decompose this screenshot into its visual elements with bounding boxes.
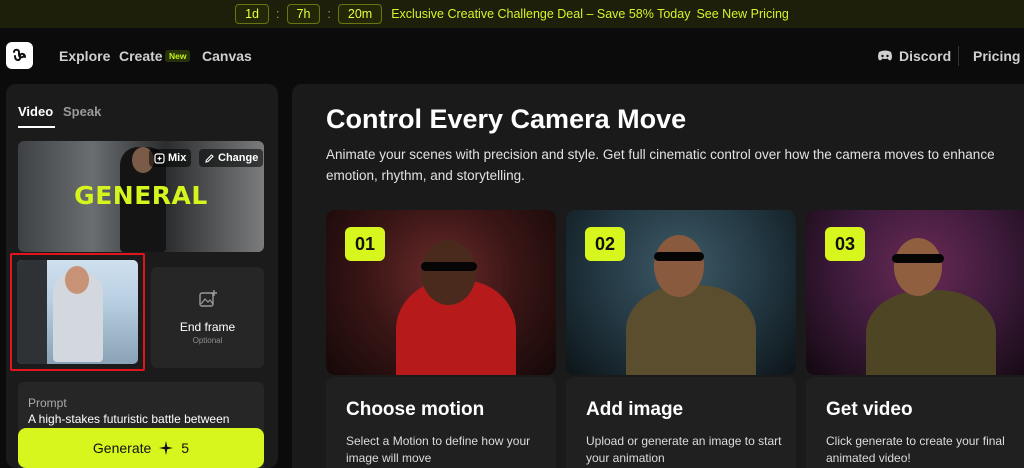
end-frame-subtitle: Optional (192, 336, 223, 345)
prompt-text: A high-stakes futuristic battle between (28, 412, 230, 426)
nav-explore[interactable]: Explore (59, 48, 110, 64)
nav-canvas[interactable]: Canvas (202, 48, 252, 64)
motion-preset-title: GENERAL (74, 181, 208, 210)
logo-icon[interactable] (6, 42, 33, 69)
tab-speak[interactable]: Speak (63, 104, 101, 119)
mix-label: Mix (168, 152, 187, 164)
countdown-minutes: 20m (337, 4, 383, 24)
tab-video[interactable]: Video (18, 104, 53, 119)
step-1-desc: Select a Motion to define how your image… (346, 434, 531, 465)
end-frame-title: End frame (179, 320, 236, 334)
person-face (654, 235, 704, 297)
mix-icon (154, 152, 165, 164)
step-3-title: Get video (826, 399, 913, 420)
step-3-number: 03 (825, 227, 865, 261)
discord-label: Discord (899, 48, 952, 64)
start-frame-slot[interactable] (10, 253, 145, 371)
promo-message: Exclusive Creative Challenge Deal – Save… (391, 7, 691, 21)
countdown-separator: : (276, 7, 280, 21)
step-2-image[interactable]: 02 (566, 210, 796, 375)
change-label: Change (218, 152, 259, 164)
top-navigation: Explore Create New Canvas Discord Pricin… (0, 28, 1024, 84)
change-button[interactable]: Change (199, 149, 264, 167)
prompt-label: Prompt (28, 396, 67, 410)
pencil-icon (205, 153, 214, 163)
car-interior (17, 260, 47, 364)
step-2-card: Add image Upload or generate an image to… (566, 377, 796, 468)
sunglasses (892, 254, 944, 263)
sparkle-icon (159, 441, 174, 455)
person-face (421, 240, 476, 305)
generate-button[interactable]: Generate 5 (18, 428, 264, 468)
step-1-image[interactable]: 01 (326, 210, 556, 375)
discord-link[interactable]: Discord (877, 48, 951, 64)
end-frame-slot[interactable]: End frame Optional (151, 267, 264, 368)
person-jacket (626, 285, 756, 375)
generate-label: Generate (92, 440, 152, 456)
step-3-desc: Click generate to create your final anim… (826, 434, 1005, 465)
countdown-hours: 7h (286, 4, 321, 24)
step-1-title: Choose motion (346, 399, 485, 420)
promo-banner[interactable]: 1d : 7h : 20m Exclusive Creative Challen… (0, 0, 1024, 28)
step-1-number: 01 (345, 227, 385, 261)
step-1-card: Choose motion Select a Motion to define … (326, 377, 556, 468)
sunglasses (421, 262, 477, 271)
start-frame-image (17, 260, 138, 364)
see-new-pricing-link[interactable]: See New Pricing (696, 7, 788, 21)
image-plus-icon (199, 290, 217, 307)
countdown-days: 1d (235, 4, 270, 24)
step-2-number: 02 (585, 227, 625, 261)
nav-pricing[interactable]: Pricing (973, 48, 1020, 64)
step-2-desc: Upload or generate an image to start you… (586, 434, 782, 465)
page-description: Animate your scenes with precision and s… (326, 147, 995, 183)
motion-preset-card[interactable]: GENERAL Mix Change (18, 141, 264, 252)
mix-button[interactable]: Mix (149, 149, 192, 167)
nav-divider (958, 46, 959, 66)
countdown-separator: : (327, 7, 331, 21)
step-2-title: Add image (586, 399, 684, 420)
generate-cost: 5 (181, 440, 190, 456)
main-content: Control Every Camera Move Animate your s… (292, 84, 1024, 468)
person-face (65, 266, 89, 294)
person-face (894, 238, 942, 296)
person-jacket (866, 290, 996, 375)
new-badge: New (165, 50, 191, 62)
discord-icon (878, 50, 892, 61)
active-tab-indicator (18, 126, 55, 128)
step-3-image[interactable]: 03 (806, 210, 1024, 375)
generation-sidebar: Video Speak GENERAL Mix Change End frame… (6, 84, 278, 468)
page-title: Control Every Camera Move (326, 104, 687, 134)
step-3-card: Get video Click generate to create your … (806, 377, 1024, 468)
nav-create[interactable]: Create (119, 48, 163, 64)
sunglasses (654, 252, 704, 261)
